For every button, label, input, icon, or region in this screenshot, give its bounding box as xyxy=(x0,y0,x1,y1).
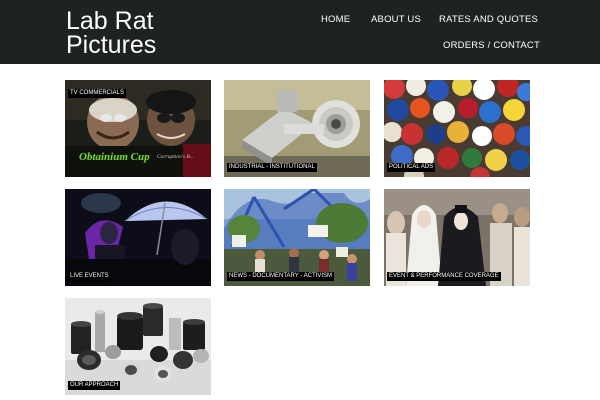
nav-orders-contact[interactable]: ORDERS / CONTACT xyxy=(443,40,540,51)
tile-label: NEWS - DOCUMENTARY - ACTIVISM xyxy=(227,272,335,281)
nav-home[interactable]: HOME xyxy=(321,14,350,25)
tv-overlay-subtitle: Corruption's B... xyxy=(157,154,194,160)
logo-line-2: Pictures xyxy=(66,31,157,59)
nav-rates-and-quotes[interactable]: RATES AND QUOTES xyxy=(439,14,538,25)
tile-our-approach[interactable]: OUR APPROACH xyxy=(65,298,211,395)
tile-label: EVENT & PERFORMANCE COVERAGE xyxy=(387,272,501,281)
tile-industrial-institutional[interactable]: INDUSTRIAL - INSTITUTIONAL xyxy=(224,80,370,177)
tile-label: OUR APPROACH xyxy=(68,381,121,390)
tile-label: LIVE EVENTS xyxy=(68,272,111,281)
tile-label: POLITICAL ADS xyxy=(387,163,436,172)
tile-tv-commercials[interactable]: Obtainium Cup Corruption's B... TV COMME… xyxy=(65,80,211,177)
tv-overlay-title: Obtainium Cup xyxy=(79,151,150,163)
tile-news-documentary-activism[interactable]: NEWS - DOCUMENTARY - ACTIVISM xyxy=(224,189,370,286)
tile-label: TV COMMERCIALS xyxy=(68,89,127,98)
site-header: Lab Rat Pictures HOME ABOUT US RATES AND… xyxy=(0,0,600,64)
tile-event-performance-coverage[interactable]: EVENT & PERFORMANCE COVERAGE xyxy=(384,189,530,286)
nav-about-us[interactable]: ABOUT US xyxy=(371,14,421,25)
tile-political-ads[interactable]: POLITICAL ADS xyxy=(384,80,530,177)
site-logo[interactable]: Lab Rat Pictures xyxy=(66,7,157,59)
tile-live-events[interactable]: LIVE EVENTS xyxy=(65,189,211,286)
tile-label: INDUSTRIAL - INSTITUTIONAL xyxy=(227,163,317,172)
logo-line-1: Lab Rat xyxy=(66,7,154,35)
